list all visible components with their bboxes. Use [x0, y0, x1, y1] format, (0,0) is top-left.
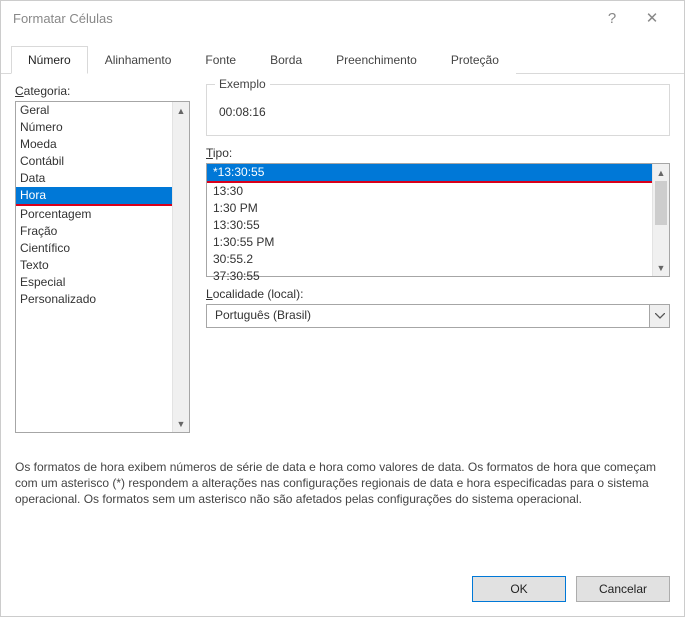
cancel-button[interactable]: Cancelar: [576, 576, 670, 602]
ok-button[interactable]: OK: [472, 576, 566, 602]
category-label: Categoria:: [15, 84, 190, 98]
category-column: Categoria: GeralNúmeroMoedaContábilDataH…: [15, 84, 190, 433]
format-cells-dialog: Formatar Células ? ✕ Número Alinhamento …: [0, 0, 685, 617]
example-label: Exemplo: [215, 77, 270, 91]
category-item[interactable]: Especial: [16, 274, 189, 291]
tab-row: Número Alinhamento Fonte Borda Preenchim…: [1, 35, 684, 74]
tab-label: Número: [28, 53, 71, 67]
detail-column: Exemplo 00:08:16 Tipo: *13:30:5513:301:3…: [206, 84, 670, 433]
button-row: OK Cancelar: [1, 562, 684, 616]
content-area: Categoria: GeralNúmeroMoedaContábilDataH…: [1, 74, 684, 562]
locale-label: Localidade (local):: [206, 287, 670, 301]
category-item[interactable]: Contábil: [16, 153, 189, 170]
locale-value: Português (Brasil): [207, 305, 649, 327]
tab-label: Borda: [270, 53, 302, 67]
locale-combobox[interactable]: Português (Brasil): [206, 304, 670, 328]
example-box: Exemplo 00:08:16: [206, 84, 670, 136]
scrollbar[interactable]: ▲ ▼: [172, 102, 189, 432]
example-value: 00:08:16: [207, 85, 669, 125]
scroll-up-icon[interactable]: ▲: [173, 102, 189, 119]
button-label: Cancelar: [599, 582, 647, 596]
tab-label: Preenchimento: [336, 53, 417, 67]
type-item[interactable]: 1:30 PM: [207, 200, 652, 217]
description-text: Os formatos de hora exibem números de sé…: [15, 459, 670, 508]
type-item[interactable]: *13:30:55: [207, 164, 652, 181]
scroll-up-icon[interactable]: ▲: [653, 164, 669, 181]
category-item[interactable]: Número: [16, 119, 189, 136]
tab-label: Alinhamento: [105, 53, 172, 67]
type-item[interactable]: 13:30:55: [207, 217, 652, 234]
category-item[interactable]: Texto: [16, 257, 189, 274]
type-item[interactable]: 37:30:55: [207, 268, 652, 285]
locale-row: Localidade (local): Português (Brasil): [206, 287, 670, 328]
help-icon[interactable]: ?: [592, 10, 632, 27]
category-item[interactable]: Geral: [16, 102, 189, 119]
tab-numero[interactable]: Número: [11, 46, 88, 74]
category-item[interactable]: Personalizado: [16, 291, 189, 308]
close-icon[interactable]: ✕: [632, 9, 672, 27]
tab-label: Fonte: [205, 53, 236, 67]
scroll-thumb[interactable]: [655, 181, 667, 225]
button-label: OK: [510, 582, 527, 596]
tab-protecao[interactable]: Proteção: [434, 46, 516, 74]
tab-fonte[interactable]: Fonte: [188, 46, 253, 74]
scroll-down-icon[interactable]: ▼: [653, 259, 669, 276]
category-item[interactable]: Científico: [16, 240, 189, 257]
window-title: Formatar Células: [13, 11, 592, 26]
chevron-down-icon[interactable]: [649, 305, 669, 327]
scroll-down-icon[interactable]: ▼: [173, 415, 189, 432]
upper-row: Categoria: GeralNúmeroMoedaContábilDataH…: [15, 84, 670, 433]
tab-borda[interactable]: Borda: [253, 46, 319, 74]
category-item[interactable]: Fração: [16, 223, 189, 240]
type-listbox[interactable]: *13:30:55 13:301:30 PM13:30:551:30:55 PM3…: [206, 163, 670, 277]
type-label: Tipo:: [206, 146, 670, 160]
titlebar: Formatar Células ? ✕: [1, 1, 684, 35]
tab-label: Proteção: [451, 53, 499, 67]
scrollbar[interactable]: ▲ ▼: [652, 164, 669, 276]
category-listbox[interactable]: GeralNúmeroMoedaContábilDataHora Porcenta…: [15, 101, 190, 433]
tab-alinhamento[interactable]: Alinhamento: [88, 46, 189, 74]
category-item[interactable]: Porcentagem: [16, 206, 189, 223]
category-item[interactable]: Hora: [16, 187, 189, 204]
type-item[interactable]: 1:30:55 PM: [207, 234, 652, 251]
type-item[interactable]: 13:30: [207, 183, 652, 200]
tab-preenchimento[interactable]: Preenchimento: [319, 46, 434, 74]
type-item[interactable]: 30:55.2: [207, 251, 652, 268]
category-item[interactable]: Data: [16, 170, 189, 187]
category-item[interactable]: Moeda: [16, 136, 189, 153]
